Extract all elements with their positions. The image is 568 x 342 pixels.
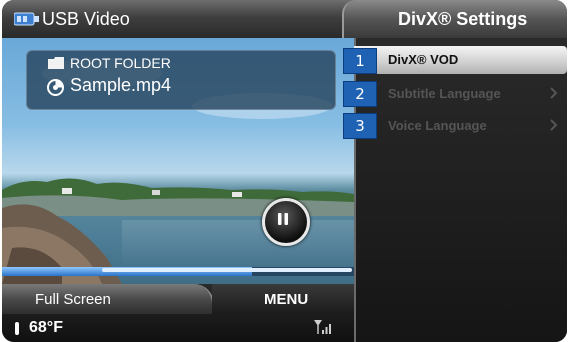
- settings-title: DivX® Settings: [398, 9, 528, 29]
- source-title: USB Video: [42, 9, 130, 29]
- pause-button[interactable]: [262, 198, 310, 246]
- menu-item-label: Subtitle Language: [388, 86, 501, 101]
- head-unit-screen: USB Video DivX® Settings ROOT FOLDER Sam…: [2, 0, 567, 342]
- chevron-right-icon: [550, 87, 558, 99]
- chevron-right-icon: [550, 119, 558, 131]
- folder-icon: [48, 57, 64, 69]
- thermometer-icon: [15, 322, 19, 335]
- usb-icon: [14, 12, 39, 26]
- menu-item-label: DivX® VOD: [388, 52, 459, 67]
- full-screen-label: Full Screen: [35, 291, 111, 308]
- callout-badge-2: 2: [343, 81, 377, 107]
- callout-badge-3: 3: [343, 113, 377, 139]
- temperature-readout: 68°F: [29, 319, 63, 336]
- progress-bar[interactable]: [2, 267, 354, 276]
- menu-item-label: Voice Language: [388, 118, 487, 133]
- callout-badge-1: 1: [343, 48, 377, 74]
- menu-item-divx-vod[interactable]: [354, 46, 567, 74]
- water: [122, 220, 354, 270]
- progress-highlight: [102, 268, 352, 272]
- disc-icon: [47, 79, 64, 96]
- pause-icon: [278, 213, 288, 225]
- folder-label: ROOT FOLDER: [70, 55, 171, 71]
- menu-label: MENU: [264, 291, 309, 308]
- signal-strength-icon: [314, 320, 331, 334]
- file-name-label: Sample.mp4: [70, 75, 172, 95]
